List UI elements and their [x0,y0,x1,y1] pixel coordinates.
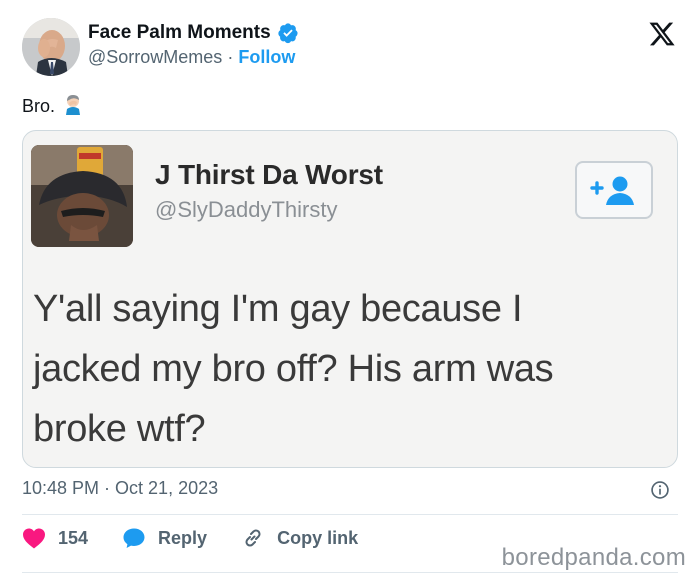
handle-separator: · [227,47,234,67]
copy-link-button[interactable]: Copy link [241,526,358,550]
divider [22,514,678,515]
reply-bubble-icon [123,528,145,548]
embedded-tweet-image[interactable]: J Thirst Da Worst @SlyDaddyThirsty Y'all… [22,130,678,468]
embedded-author-avatar [31,145,133,247]
embedded-body-line: Y'all saying I'm gay because I [33,288,523,330]
embedded-author-name: J Thirst Da Worst [155,159,383,190]
heart-icon [23,528,45,549]
embedded-body-line: jacked my bro off? His arm was [33,348,554,390]
facepalm-emoji-icon [63,93,83,120]
action-bar: 154 Reply Copy link [22,525,392,551]
embedded-author-handle: @SlyDaddyThirsty [155,197,338,222]
x-logo-icon[interactable] [648,20,676,48]
copy-link-label: Copy link [277,527,359,548]
reply-button[interactable]: Reply [122,526,207,550]
follow-button[interactable]: Follow [238,47,295,67]
avatar-image [22,18,80,76]
author-name-row: Face Palm Moments [88,22,299,44]
author-handle-row: @SorrowMemes · Follow [88,47,295,68]
verified-badge-icon [278,23,298,44]
watermark: boredpanda.com [501,544,686,571]
author-avatar[interactable] [22,18,80,76]
like-count: 154 [58,527,89,548]
like-button[interactable]: 154 [22,527,88,549]
author-handle[interactable]: @SorrowMemes [88,47,222,67]
tweet-card: Face Palm Moments @SorrowMemes · Follow … [0,0,700,579]
embedded-body-line: broke wtf? [33,408,206,450]
embedded-tweet-body: Y'all saying I'm gay because I jacked my… [33,279,653,459]
info-icon[interactable] [650,480,670,500]
tweet-text-content: Bro. [22,96,56,116]
link-icon [245,529,261,547]
tweet-text: Bro. [22,93,83,120]
embedded-add-user-icon [575,161,653,219]
bottom-divider [22,572,678,573]
reply-label: Reply [158,527,208,548]
tweet-timestamp[interactable]: 10:48 PM · Oct 21, 2023 [22,478,218,499]
author-name[interactable]: Face Palm Moments [88,22,271,44]
